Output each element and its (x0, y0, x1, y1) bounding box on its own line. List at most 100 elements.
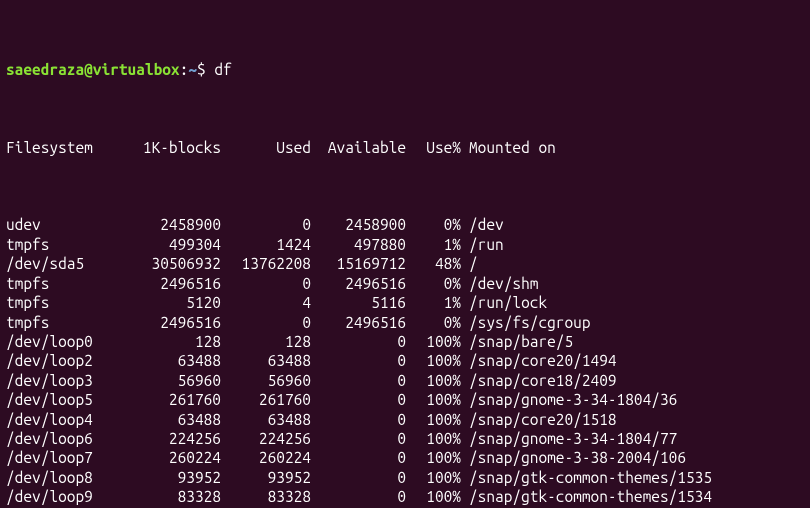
cell-blocks: 63488 (116, 351, 221, 370)
cell-fs: tmpfs (6, 274, 116, 293)
cell-used: 63488 (221, 410, 311, 429)
cell-fs: /dev/loop7 (6, 448, 116, 467)
cell-pct: 0% (406, 215, 461, 234)
cell-blocks: 5120 (116, 293, 221, 312)
header-filesystem: Filesystem (6, 138, 116, 157)
cell-blocks: 128 (116, 332, 221, 351)
cell-fs: /dev/loop6 (6, 429, 116, 448)
cell-used: 1424 (221, 235, 311, 254)
rows-container: udev2458900024589000%/devtmpfs4993041424… (6, 215, 804, 508)
header-used: Used (221, 138, 311, 157)
prompt-line: saeedraza@virtualbox:~$ df (6, 60, 804, 79)
cell-fs: udev (6, 215, 116, 234)
cell-mount: /snap/core18/2409 (461, 371, 617, 390)
header-mounted: Mounted on (461, 138, 556, 157)
cell-pct: 100% (406, 390, 461, 409)
table-row: tmpfs2496516024965160%/sys/fs/cgroup (6, 313, 804, 332)
cell-blocks: 499304 (116, 235, 221, 254)
cell-used: 224256 (221, 429, 311, 448)
cell-pct: 1% (406, 235, 461, 254)
cell-avail: 0 (311, 332, 406, 351)
cell-used: 0 (221, 274, 311, 293)
cell-pct: 1% (406, 293, 461, 312)
cell-fs: tmpfs (6, 313, 116, 332)
cell-blocks: 2496516 (116, 274, 221, 293)
cell-blocks: 63488 (116, 410, 221, 429)
cell-mount: / (461, 254, 478, 273)
table-row: tmpfs2496516024965160%/dev/shm (6, 274, 804, 293)
cell-avail: 0 (311, 351, 406, 370)
cell-blocks: 30506932 (116, 254, 221, 273)
cell-used: 260224 (221, 448, 311, 467)
cell-pct: 100% (406, 351, 461, 370)
cell-used: 83328 (221, 487, 311, 506)
cell-used: 13762208 (221, 254, 311, 273)
cell-avail: 0 (311, 371, 406, 390)
prompt-at: @ (84, 61, 93, 78)
cell-used: 93952 (221, 468, 311, 487)
cell-fs: /dev/loop0 (6, 332, 116, 351)
table-row: tmpfs5120451161%/run/lock (6, 293, 804, 312)
cell-used: 63488 (221, 351, 311, 370)
prompt-host: virtualbox (93, 61, 180, 78)
cell-fs: /dev/loop9 (6, 487, 116, 506)
cell-used: 128 (221, 332, 311, 351)
cell-blocks: 93952 (116, 468, 221, 487)
cell-used: 0 (221, 215, 311, 234)
cell-avail: 0 (311, 487, 406, 506)
prompt-dollar: $ (197, 61, 214, 78)
cell-mount: /snap/gnome-3-38-2004/106 (461, 448, 686, 467)
cell-pct: 100% (406, 410, 461, 429)
table-row: /dev/loop72602242602240100%/snap/gnome-3… (6, 448, 804, 467)
cell-avail: 2458900 (311, 215, 406, 234)
table-row: /dev/loop893952939520100%/snap/gtk-commo… (6, 468, 804, 487)
table-row: /dev/loop52617602617600100%/snap/gnome-3… (6, 390, 804, 409)
cell-pct: 0% (406, 274, 461, 293)
header-blocks: 1K-blocks (116, 138, 221, 157)
cell-mount: /snap/gtk-common-themes/1534 (461, 487, 712, 506)
table-row: tmpfs49930414244978801%/run (6, 235, 804, 254)
header-usepct: Use% (406, 138, 461, 157)
terminal-root[interactable]: saeedraza@virtualbox:~$ df Filesystem1K-… (0, 0, 810, 508)
header-available: Available (311, 138, 406, 157)
cell-mount: /snap/gnome-3-34-1804/77 (461, 429, 677, 448)
cell-blocks: 83328 (116, 487, 221, 506)
cell-used: 4 (221, 293, 311, 312)
cell-blocks: 2496516 (116, 313, 221, 332)
cell-blocks: 261760 (116, 390, 221, 409)
cell-blocks: 260224 (116, 448, 221, 467)
cell-avail: 5116 (311, 293, 406, 312)
cell-used: 56960 (221, 371, 311, 390)
cell-pct: 100% (406, 371, 461, 390)
cell-fs: tmpfs (6, 235, 116, 254)
cell-avail: 2496516 (311, 313, 406, 332)
cell-pct: 100% (406, 429, 461, 448)
cell-mount: /snap/gtk-common-themes/1535 (461, 468, 712, 487)
cell-pct: 100% (406, 448, 461, 467)
cell-fs: /dev/loop5 (6, 390, 116, 409)
cell-mount: /snap/bare/5 (461, 332, 573, 351)
table-row: /dev/loop983328833280100%/snap/gtk-commo… (6, 487, 804, 506)
cell-avail: 2496516 (311, 274, 406, 293)
cell-avail: 0 (311, 468, 406, 487)
cell-avail: 0 (311, 429, 406, 448)
cell-fs: /dev/loop2 (6, 351, 116, 370)
cell-blocks: 56960 (116, 371, 221, 390)
cell-blocks: 2458900 (116, 215, 221, 234)
table-row: /dev/loop263488634880100%/snap/core20/14… (6, 351, 804, 370)
cell-mount: /run/lock (461, 293, 547, 312)
cell-mount: /snap/core20/1518 (461, 410, 617, 429)
prompt-colon: : (180, 61, 189, 78)
cell-fs: /dev/loop3 (6, 371, 116, 390)
cell-pct: 100% (406, 487, 461, 506)
prompt-user: saeedraza (6, 61, 84, 78)
command-text: df (214, 61, 231, 78)
cell-pct: 0% (406, 313, 461, 332)
cell-mount: /dev/shm (461, 274, 538, 293)
cell-avail: 0 (311, 390, 406, 409)
table-row: udev2458900024589000%/dev (6, 215, 804, 234)
cell-mount: /dev (461, 215, 504, 234)
cell-mount: /run (461, 235, 504, 254)
table-row: /dev/loop463488634880100%/snap/core20/15… (6, 410, 804, 429)
cell-avail: 0 (311, 410, 406, 429)
